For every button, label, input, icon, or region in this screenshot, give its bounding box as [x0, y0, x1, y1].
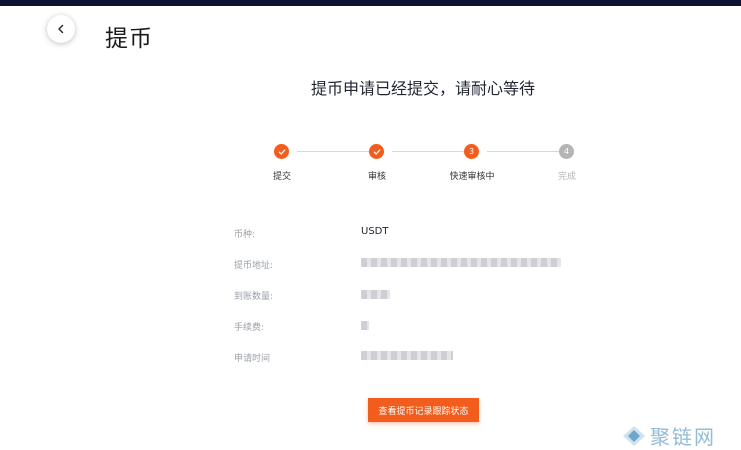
amount-value-redacted — [361, 290, 390, 299]
top-bar — [0, 0, 741, 6]
diamond-logo-icon — [623, 425, 645, 446]
back-button[interactable] — [47, 15, 75, 43]
watermark: 聚链网 — [622, 421, 716, 450]
step-submit-marker — [274, 144, 289, 159]
step-connector — [297, 151, 377, 152]
watermark-text: 聚链网 — [650, 425, 716, 449]
currency-value: USDT — [361, 226, 389, 237]
progress-steps: 3 4 提交 审核 快速审核中 完成 — [273, 144, 576, 184]
step-connector — [392, 151, 472, 152]
currency-label: 币种: — [234, 230, 256, 240]
submission-headline: 提币申请已经提交，请耐心等待 — [310, 79, 535, 98]
fee-label: 手续费: — [234, 323, 265, 333]
view-withdrawal-records-button[interactable]: 查看提币记录跟踪状态 — [368, 398, 479, 422]
time-label: 申请时间 — [234, 354, 271, 364]
page-title: 提币 — [105, 26, 153, 52]
step-label-submit: 提交 — [272, 172, 292, 182]
time-value-redacted — [361, 351, 453, 360]
step-complete-marker: 4 — [559, 144, 574, 159]
chevron-left-icon — [58, 24, 64, 34]
fee-value-redacted — [361, 321, 369, 330]
address-value-redacted — [361, 258, 561, 267]
step-label-fast-review: 快速审核中 — [449, 172, 495, 182]
address-label: 提币地址: — [234, 261, 274, 271]
check-icon — [373, 148, 380, 155]
step-label-complete: 完成 — [557, 172, 577, 182]
step-label-review: 审核 — [367, 172, 387, 182]
amount-label: 到账数量: — [234, 292, 274, 302]
step-review-marker — [369, 144, 384, 159]
check-icon — [278, 148, 285, 155]
step-fast-review-marker: 3 — [464, 144, 479, 159]
step-connector — [487, 151, 559, 152]
